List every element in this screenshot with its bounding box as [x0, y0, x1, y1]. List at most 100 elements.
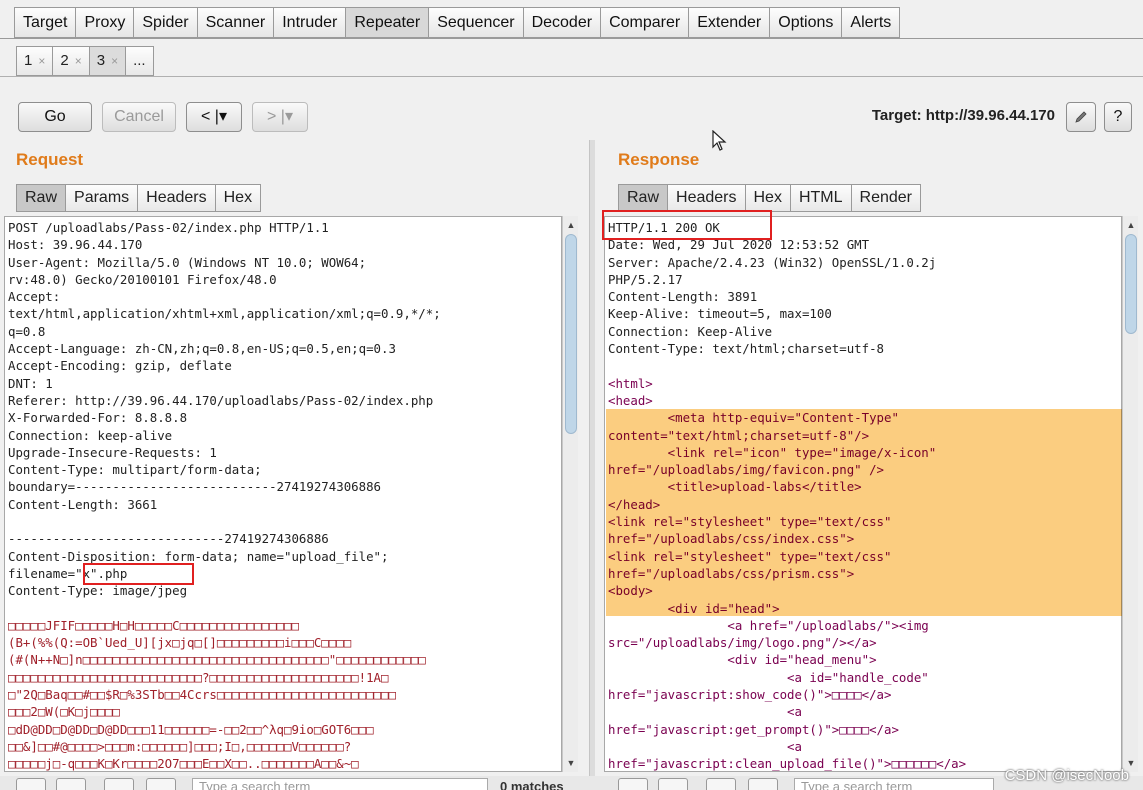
tab-repeater[interactable]: Repeater [345, 7, 429, 38]
request-line: POST /uploadlabs/Pass-02/index.php HTTP/… [8, 220, 329, 235]
target-label: Target: http://39.96.44.170 [871, 107, 1055, 124]
scroll-down-icon[interactable]: ▼ [563, 756, 579, 770]
response-header-line: Content-Length: 3891 [608, 289, 758, 305]
request-binary-line: □□□2□W(□K□j□□□□ [8, 704, 120, 720]
next-match-button[interactable] [748, 778, 778, 790]
repeater-tab-label: 3 [96, 52, 106, 69]
response-body-line: <div id="head_menu"> [608, 652, 877, 668]
tab-sequencer[interactable]: Sequencer [428, 7, 523, 38]
scroll-up-icon[interactable]: ▲ [563, 218, 579, 232]
request-line: Referer: http://39.96.44.170/uploadlabs/… [8, 392, 434, 408]
request-line: Host: 39.96.44.170 [8, 237, 143, 253]
request-binary-line: □□□□□JFIF□□□□□H□H□□□□□C□□□□□□□□□□□□□□□□ [8, 617, 299, 633]
request-binary-line: □"2Q□Baq□□#□□$R□%3STb□□4Ccrs□□□□□□□□□□□□… [8, 687, 396, 703]
request-line: text/html,application/xhtml+xml,applicat… [8, 306, 441, 322]
tab-comparer[interactable]: Comparer [600, 7, 689, 38]
tab-options[interactable]: Options [769, 7, 842, 38]
search-highlight [606, 409, 1122, 616]
request-line: Accept: [8, 289, 61, 305]
request-editor[interactable]: POST /uploadlabs/Pass-02/index.php HTTP/… [4, 216, 562, 772]
tab-spider[interactable]: Spider [133, 7, 197, 38]
repeater-tab-3[interactable]: 3 × [88, 46, 126, 76]
help-button[interactable] [16, 778, 46, 790]
request-tab-params[interactable]: Params [65, 184, 138, 212]
response-header-line: Server: Apache/2.4.23 (Win32) OpenSSL/1.… [608, 254, 937, 270]
response-body-line: src="/uploadlabs/img/logo.png"/></a> [608, 635, 877, 651]
close-icon[interactable]: × [111, 54, 118, 68]
close-icon[interactable]: × [38, 54, 45, 68]
next-match-button[interactable] [146, 778, 176, 790]
request-tab-hex[interactable]: Hex [214, 184, 262, 212]
request-binary-line: □dD@DD□D@DD□D@DD□□□11□□□□□□=-□□2□□^λq□9i… [8, 721, 374, 737]
forward-button[interactable]: > |▾ [252, 102, 308, 132]
response-scrollbar[interactable]: ▲ ▼ [1122, 216, 1138, 772]
scroll-thumb[interactable] [1125, 234, 1137, 334]
response-body-line: href="javascript:get_prompt()">□□□□</a> [608, 721, 899, 737]
close-icon[interactable]: × [75, 54, 82, 68]
response-header-line: PHP/5.2.17 [608, 271, 683, 287]
edit-target-button[interactable] [1066, 102, 1096, 132]
request-line [8, 513, 561, 530]
status-line-annotation-box [602, 210, 772, 240]
request-view-tabs: Raw Params Headers Hex [16, 184, 262, 212]
repeater-tab-2[interactable]: 2 × [52, 46, 89, 76]
tab-intruder[interactable]: Intruder [273, 7, 346, 38]
repeater-tab-1[interactable]: 1 × [16, 46, 53, 76]
tab-bar-divider [0, 38, 1143, 39]
repeater-tab-label: 1 [24, 52, 33, 69]
tab-proxy[interactable]: Proxy [75, 7, 134, 38]
repeater-tab-4[interactable]: ... [125, 46, 154, 76]
help-button[interactable]: ? [1104, 102, 1132, 132]
scroll-up-icon[interactable]: ▲ [1123, 218, 1139, 232]
response-view-tabs: Raw Headers Hex HTML Render [618, 184, 921, 212]
tab-target[interactable]: Target [14, 7, 76, 38]
pencil-icon [1074, 111, 1088, 128]
scroll-thumb[interactable] [565, 234, 577, 434]
request-binary-line: (#(N++N□]n□□□□□□□□□□□□□□□□□□□□□□□□□□□□□□… [8, 652, 426, 668]
tab-decoder[interactable]: Decoder [522, 7, 601, 38]
filename-annotation-box [83, 563, 194, 585]
response-tab-hex[interactable]: Hex [744, 184, 790, 212]
request-line: Upgrade-Insecure-Requests: 1 [8, 444, 217, 460]
watermark: CSDN @isecNoob [1004, 767, 1129, 784]
request-binary-line: □□&]□□#@□□□□>□□□m:□□□□□□]□□□;I□,□□□□□□V□… [8, 738, 352, 754]
help-button[interactable] [618, 778, 648, 790]
response-tab-headers[interactable]: Headers [667, 184, 745, 212]
request-line: q=0.8 [8, 323, 46, 339]
add-button[interactable] [706, 778, 736, 790]
response-tab-html[interactable]: HTML [789, 184, 851, 212]
request-search-input[interactable]: Type a search term [192, 778, 488, 790]
pane-splitter[interactable] [589, 140, 595, 780]
tab-extender[interactable]: Extender [688, 7, 770, 38]
tab-scanner[interactable]: Scanner [196, 7, 274, 38]
response-body-line: <a href="/uploadlabs/"><img [608, 617, 929, 633]
response-header-line: Content-Type: text/html;charset=utf-8 [608, 341, 885, 357]
request-line: Content-Length: 3661 [8, 496, 158, 512]
go-button[interactable]: Go [18, 102, 92, 132]
request-tab-raw[interactable]: Raw [16, 184, 66, 212]
request-line: rv:48.0) Gecko/20100101 Firefox/48.0 [8, 271, 277, 287]
previous-match-button[interactable] [56, 778, 86, 790]
response-body-line: href="javascript:show_code()">□□□□</a> [608, 687, 892, 703]
cancel-button[interactable]: Cancel [102, 102, 176, 132]
request-tab-headers[interactable]: Headers [137, 184, 215, 212]
previous-match-button[interactable] [658, 778, 688, 790]
response-header-line: Keep-Alive: timeout=5, max=100 [608, 306, 832, 322]
back-button[interactable]: < |▾ [186, 102, 242, 132]
request-scrollbar[interactable]: ▲ ▼ [562, 216, 578, 772]
repeater-tab-label: 2 [60, 52, 69, 69]
request-line: DNT: 1 [8, 375, 53, 391]
response-body-line: <a id="handle_code" [608, 669, 929, 685]
repeater-tab-label: ... [133, 52, 146, 69]
request-line: -----------------------------27419274306… [8, 531, 329, 547]
response-tab-raw[interactable]: Raw [618, 184, 668, 212]
main-tab-bar: Target Proxy Spider Scanner Intruder Repeater… [14, 7, 901, 39]
response-search-input[interactable]: Type a search term [794, 778, 994, 790]
response-tab-render[interactable]: Render [850, 184, 921, 212]
request-binary-line: □□□□□□□□□□□□□□□□□□□□□□□□□□?□□□□□□□□□□□□□… [8, 669, 389, 685]
request-line: Content-Type: multipart/form-data; [8, 462, 262, 478]
tab-alerts[interactable]: Alerts [841, 7, 901, 38]
request-match-count: 0 matches [500, 779, 564, 790]
request-title: Request [16, 150, 84, 169]
add-button[interactable] [104, 778, 134, 790]
